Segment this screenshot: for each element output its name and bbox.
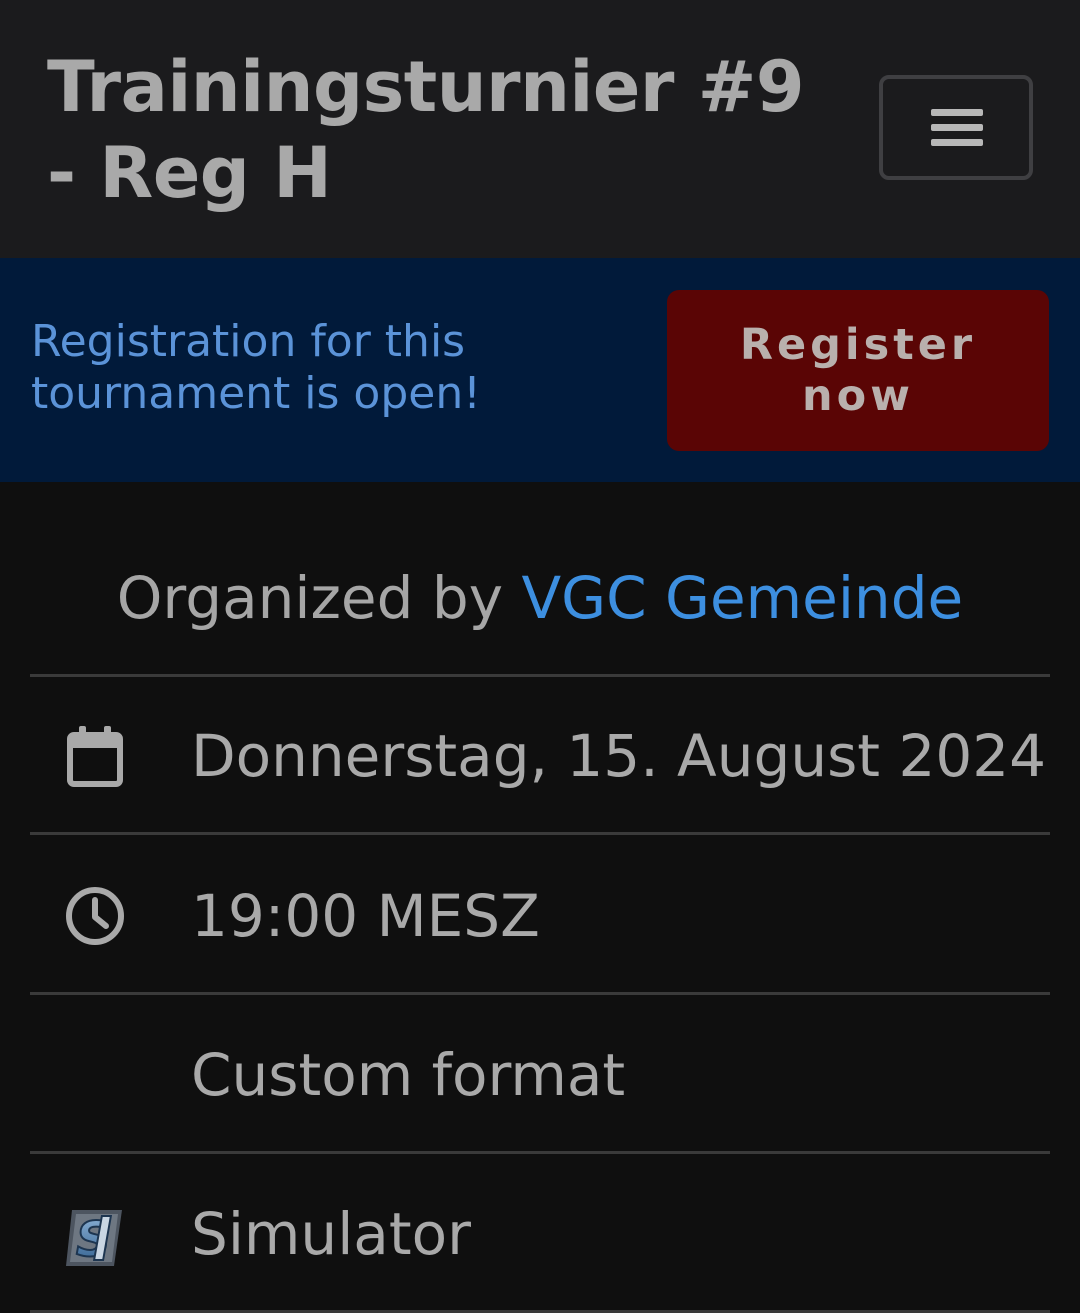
top-navbar: Trainingsturnier #9 - Reg H [0, 0, 1080, 258]
clock-icon [66, 887, 124, 945]
register-now-label: Register now [739, 319, 977, 421]
hamburger-menu-icon [931, 109, 983, 116]
organizer-link[interactable]: VGC Gemeinde [521, 564, 963, 632]
event-time: 19:00 MESZ [191, 882, 540, 950]
page-title: Trainingsturnier #9 - Reg H [47, 46, 805, 214]
organized-by-label: Organized by [116, 564, 522, 632]
register-now-button[interactable]: Register now [667, 290, 1049, 451]
divider [30, 1151, 1050, 1154]
showdown-simulator-icon: S [66, 1210, 122, 1269]
event-platform: Simulator [191, 1200, 471, 1268]
divider [30, 992, 1050, 995]
event-format: Custom format [191, 1041, 626, 1109]
event-date: Donnerstag, 15. August 2024 [191, 722, 1047, 790]
divider [30, 832, 1050, 835]
registration-status-text: Registration for this tournament is open… [31, 316, 481, 419]
menu-toggle-button[interactable] [879, 75, 1033, 180]
hamburger-menu-icon-bar [931, 124, 983, 131]
divider [30, 674, 1050, 677]
organizer-line: Organized by VGC Gemeinde [0, 560, 1080, 636]
registration-banner: Registration for this tournament is open… [0, 258, 1080, 482]
hamburger-menu-icon-bar [931, 139, 983, 146]
calendar-icon [67, 726, 123, 787]
